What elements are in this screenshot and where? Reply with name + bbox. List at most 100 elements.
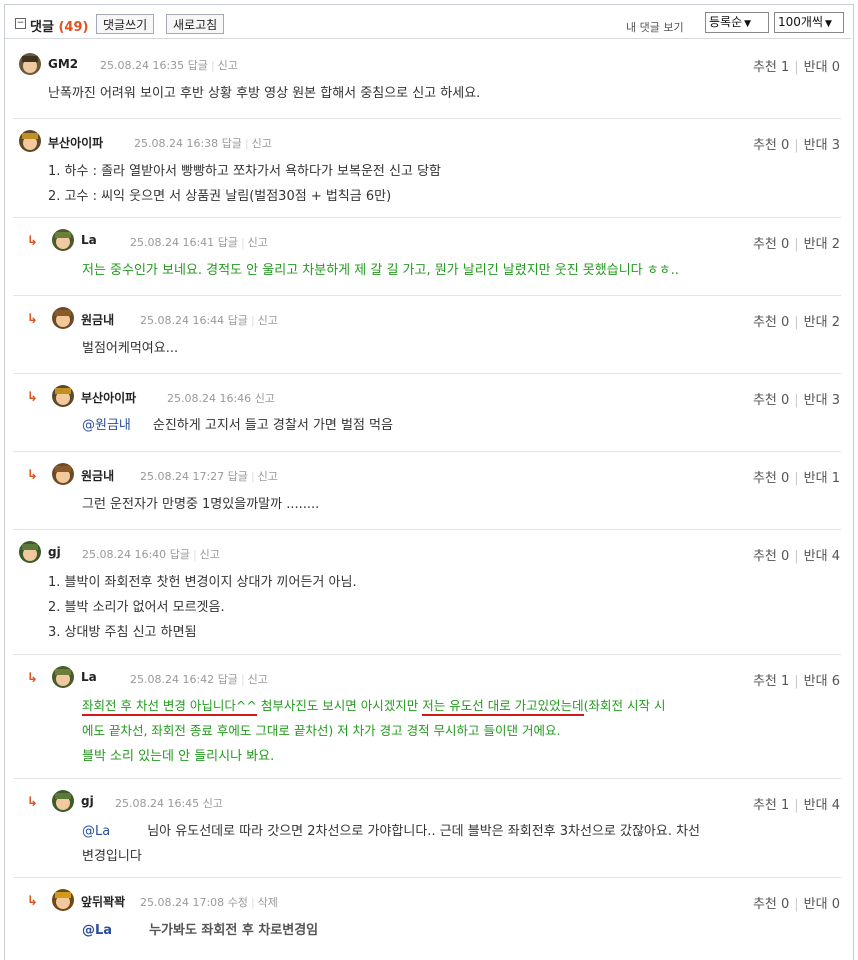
avatar[interactable]: [52, 666, 74, 688]
edit-link[interactable]: 수정: [228, 896, 248, 909]
report-link[interactable]: 신고: [248, 236, 268, 249]
comment-nick[interactable]: 원금내: [81, 311, 114, 328]
comment-date: 25.08.24 16:44: [140, 314, 225, 327]
upvote-button[interactable]: 추천 1: [753, 798, 789, 813]
comment-nick[interactable]: La: [81, 233, 97, 247]
report-link[interactable]: 신고: [203, 797, 223, 810]
comment-nick[interactable]: 원금내: [81, 467, 114, 484]
report-link[interactable]: 신고: [258, 470, 278, 483]
write-comment-button[interactable]: 댓글쓰기: [96, 14, 155, 34]
vote-box: 추천 0 | 반대 3: [752, 393, 840, 408]
comment-panel: [4, 4, 854, 960]
upvote-button[interactable]: 추천 0: [753, 471, 789, 486]
downvote-button[interactable]: 반대 1: [804, 471, 840, 486]
avatar[interactable]: [19, 541, 41, 563]
upvote-button[interactable]: 추천 0: [753, 315, 789, 330]
reply-link[interactable]: 답글: [170, 548, 190, 561]
mention-link[interactable]: @La: [82, 824, 110, 839]
downvote-button[interactable]: 반대 0: [804, 60, 840, 75]
my-comments-link[interactable]: 내 댓글 보기: [626, 19, 684, 35]
downvote-button[interactable]: 반대 0: [804, 897, 840, 912]
upvote-button[interactable]: 추천 1: [753, 60, 789, 75]
minus-square-icon[interactable]: −: [15, 18, 26, 29]
upvote-button[interactable]: 추천 0: [753, 138, 789, 153]
comment-date: 25.08.24 17:08: [140, 896, 225, 909]
per-page-select[interactable]: 100개씩 ▼: [774, 12, 844, 33]
comment-text: 저는 중수인가 보네요. 경적도 안 울리고 차분하게 제 갈 길 가고, 뭔가…: [82, 263, 679, 278]
divider: [13, 118, 841, 119]
vote-box: 추천 0 | 반대 2: [752, 315, 840, 330]
comment-nick[interactable]: gj: [81, 794, 94, 808]
avatar[interactable]: [52, 385, 74, 407]
reply-arrow-icon: ↳: [27, 671, 38, 686]
report-link[interactable]: 신고: [218, 59, 238, 72]
comment-text: 그런 운전자가 만명중 1명있을까말까 ........: [82, 497, 320, 512]
chevron-down-icon: ▼: [825, 19, 832, 29]
divider: [13, 877, 841, 878]
divider: [13, 654, 841, 655]
avatar[interactable]: [52, 889, 74, 911]
comment-text: 에도 끝차선, 좌회전 종료 후에도 그대로 끝차선) 저 차가 경고 경적 무…: [82, 723, 561, 738]
downvote-button[interactable]: 반대 4: [804, 549, 840, 564]
comment-text: 변경입니다: [82, 849, 142, 864]
avatar[interactable]: [52, 463, 74, 485]
report-link[interactable]: 신고: [255, 392, 275, 405]
upvote-button[interactable]: 추천 0: [753, 897, 789, 912]
avatar[interactable]: [52, 307, 74, 329]
report-link[interactable]: 신고: [252, 137, 272, 150]
upvote-button[interactable]: 추천 0: [753, 237, 789, 252]
comment-nick[interactable]: 부산아이파: [48, 134, 103, 151]
downvote-button[interactable]: 반대 3: [804, 393, 840, 408]
reply-link[interactable]: 답글: [228, 470, 248, 483]
comment-text: 좌회전 후 차선 변경 아닙니다^^ 첨부사진도 보시면 아시겠지만 저는 유도…: [82, 695, 666, 716]
divider: [13, 217, 841, 218]
reply-arrow-icon: ↳: [27, 894, 38, 909]
refresh-button[interactable]: 새로고침: [166, 14, 225, 34]
avatar[interactable]: [19, 53, 41, 75]
comment-nick[interactable]: gj: [48, 545, 61, 559]
mention-link[interactable]: @La: [82, 923, 112, 938]
reply-link[interactable]: 답글: [188, 59, 208, 72]
upvote-button[interactable]: 추천 1: [753, 674, 789, 689]
comment-date: 25.08.24 16:38: [134, 137, 219, 150]
report-link[interactable]: 신고: [200, 548, 220, 561]
vote-box: 추천 1 | 반대 6: [752, 674, 840, 689]
reply-link[interactable]: 답글: [228, 314, 248, 327]
comment-meta: 25.08.24 16:45 신고: [115, 795, 223, 811]
comment-nick[interactable]: GM2: [48, 57, 78, 71]
downvote-button[interactable]: 반대 2: [804, 237, 840, 252]
reply-link[interactable]: 답글: [218, 673, 238, 686]
reply-arrow-icon: ↳: [27, 795, 38, 810]
comment-date: 25.08.24 16:40: [82, 548, 167, 561]
comment-text: 블박 소리 있는데 안 들리시나 봐요.: [82, 749, 275, 764]
comment-meta: 25.08.24 17:27 답글 | 신고: [140, 470, 278, 483]
reply-arrow-icon: ↳: [27, 312, 38, 327]
mention-link[interactable]: @원금내: [82, 418, 131, 433]
downvote-button[interactable]: 반대 4: [804, 798, 840, 813]
report-link[interactable]: 신고: [258, 314, 278, 327]
downvote-button[interactable]: 반대 3: [804, 138, 840, 153]
downvote-button[interactable]: 반대 6: [804, 674, 840, 689]
comment-meta: 25.08.24 16:44 답글 | 신고: [140, 314, 278, 327]
comment-text: 난폭까진 어려워 보이고 후반 상황 후방 영상 원본 합해서 중침으로 신고 …: [48, 86, 481, 101]
avatar[interactable]: [19, 130, 41, 152]
downvote-button[interactable]: 반대 2: [804, 315, 840, 330]
upvote-button[interactable]: 추천 0: [753, 393, 789, 408]
comment-nick[interactable]: 부산아이파: [81, 389, 136, 406]
delete-link[interactable]: 삭제: [258, 896, 278, 909]
comment-meta: 25.08.24 16:35 답글 | 신고: [100, 59, 238, 72]
avatar[interactable]: [52, 790, 74, 812]
comment-meta: 25.08.24 16:42 답글 | 신고: [130, 673, 268, 686]
report-link[interactable]: 신고: [248, 673, 268, 686]
comment-nick[interactable]: 앞뒤꽉꽉: [81, 893, 125, 910]
avatar[interactable]: [52, 229, 74, 251]
reply-link[interactable]: 답글: [218, 236, 238, 249]
divider: [13, 373, 841, 374]
upvote-button[interactable]: 추천 0: [753, 549, 789, 564]
comment-nick[interactable]: La: [81, 670, 97, 684]
comment-header: − 댓글 (49) 댓글쓰기 새로고침 내 댓글 보기 등록순 ▼ 100개씩 ▼: [5, 5, 851, 39]
reply-link[interactable]: 답글: [222, 137, 242, 150]
reply-arrow-icon: ↳: [27, 234, 38, 249]
divider: [13, 778, 841, 779]
sort-select[interactable]: 등록순 ▼: [705, 12, 769, 33]
